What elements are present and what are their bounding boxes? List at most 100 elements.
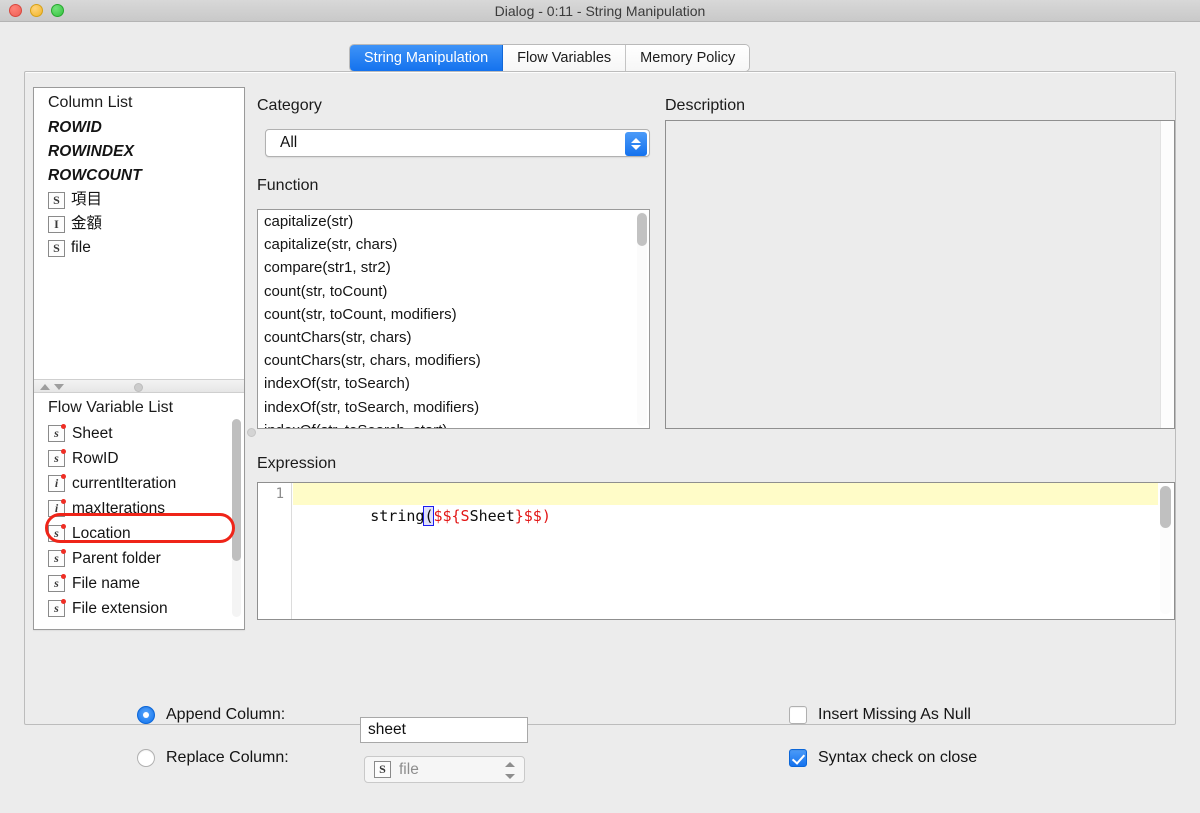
flow-variable-list[interactable]: Flow Variable List s Sheet s RowID i cur… (34, 393, 244, 629)
column-label: ROWINDEX (48, 143, 135, 160)
description-panel (665, 120, 1175, 429)
replace-column-radio[interactable] (137, 749, 155, 767)
flow-variable-label: maxIterations (72, 500, 166, 517)
token-function-name: string (370, 507, 425, 525)
scrollbar-thumb[interactable] (232, 419, 241, 561)
expression-label: Expression (257, 455, 337, 472)
column-label: file (71, 239, 91, 256)
integer-type-icon: I (48, 215, 65, 233)
function-list[interactable]: capitalize(str) capitalize(str, chars) c… (257, 209, 650, 429)
column-list-title: Column List (48, 94, 133, 111)
collapse-down-icon[interactable] (54, 384, 64, 390)
list-item[interactable]: s File name (34, 571, 244, 596)
token-close-paren: ) (541, 507, 551, 525)
window-title: Dialog - 0:11 - String Manipulation (494, 3, 706, 19)
category-selected-value: All (280, 134, 298, 151)
flow-variable-list-scrollbar[interactable] (232, 419, 241, 617)
append-column-radio[interactable] (137, 706, 155, 724)
list-item[interactable]: I 金額 (34, 212, 244, 236)
collapse-up-icon[interactable] (40, 384, 50, 390)
replace-column-radio-row[interactable]: Replace Column: (137, 749, 289, 767)
flow-variable-label: Parent folder (72, 550, 161, 567)
scrollbar-thumb[interactable] (637, 213, 647, 246)
string-variable-icon: s (48, 599, 66, 617)
string-variable-icon: s (48, 424, 66, 442)
description-label: Description (665, 97, 746, 114)
list-item[interactable]: capitalize(str) (258, 210, 649, 233)
list-item[interactable]: s RowID (34, 446, 244, 471)
expression-code-line[interactable]: string($${SSheet}$$) (293, 483, 1158, 526)
expression-editor[interactable]: 1 string($${SSheet}$$) (257, 482, 1175, 620)
list-item[interactable]: s File extension (34, 596, 244, 621)
list-item[interactable]: i maxIterations (34, 496, 244, 521)
flow-variable-label: File name (72, 575, 141, 592)
tab-string-manipulation[interactable]: String Manipulation (350, 45, 504, 71)
chevron-updown-icon[interactable] (625, 132, 647, 156)
token-variable-name: Sheet (469, 507, 515, 525)
dialog-button-bar: OK Apply Cancel ? (0, 776, 1200, 813)
syntax-check-on-close-label: Syntax check on close (818, 749, 978, 766)
function-list-scrollbar[interactable] (637, 212, 647, 426)
expression-scrollbar[interactable] (1160, 486, 1171, 614)
line-number: 1 (275, 486, 284, 502)
column-label: 金額 (71, 215, 103, 232)
syntax-check-on-close-row[interactable]: Syntax check on close (789, 749, 977, 767)
token-variable-open: $${S (433, 507, 470, 525)
tab-memory-policy[interactable]: Memory Policy (626, 45, 750, 71)
list-item[interactable]: capitalize(str, chars) (258, 233, 649, 256)
vertical-splitter[interactable] (246, 87, 257, 630)
string-variable-icon: s (48, 449, 66, 467)
column-list[interactable]: Column List ROWID ROWINDEX ROWCOUNT S 項目… (34, 88, 244, 379)
column-label: 項目 (71, 191, 103, 208)
list-item[interactable]: S file (34, 236, 244, 260)
scrollbar-thumb[interactable] (1160, 486, 1171, 528)
list-item[interactable]: s Location (34, 521, 244, 546)
horizontal-splitter[interactable] (34, 379, 244, 393)
integer-variable-icon: i (48, 474, 66, 492)
append-column-input[interactable]: sheet (360, 717, 528, 743)
append-column-label: Append Column: (166, 706, 286, 723)
splitter-handle-icon[interactable] (134, 383, 143, 392)
window-titlebar: Dialog - 0:11 - String Manipulation (0, 0, 1200, 22)
list-item[interactable]: indexOf(str, toSearch, start) (258, 419, 649, 428)
list-item[interactable]: s Sheet (34, 421, 244, 446)
token-variable-close: }$$ (514, 507, 542, 525)
insert-missing-as-null-row[interactable]: Insert Missing As Null (789, 706, 971, 724)
description-scrollbar[interactable] (1160, 121, 1174, 428)
list-item[interactable]: count(str, toCount) (258, 280, 649, 303)
list-item[interactable]: ROWINDEX (34, 140, 244, 164)
list-item[interactable]: compare(str1, str2) (258, 256, 649, 279)
string-type-icon: S (48, 191, 65, 209)
syntax-check-on-close-checkbox[interactable] (789, 749, 807, 767)
splitter-handle-icon[interactable] (247, 428, 256, 437)
list-item[interactable]: ROWCOUNT (34, 164, 244, 188)
list-item[interactable]: S 項目 (34, 188, 244, 212)
append-column-value: sheet (368, 721, 406, 738)
column-label: ROWCOUNT (48, 167, 142, 184)
flow-variable-label: File extension (72, 600, 168, 617)
category-dropdown[interactable]: All (265, 129, 650, 157)
integer-variable-icon: i (48, 499, 66, 517)
function-label: Function (257, 177, 319, 194)
list-item[interactable]: ROWID (34, 116, 244, 140)
list-item[interactable]: count(str, toCount, modifiers) (258, 303, 649, 326)
category-label: Category (257, 97, 322, 114)
flow-variable-label: Location (72, 525, 131, 542)
replace-column-label: Replace Column: (166, 749, 289, 766)
list-item[interactable]: countChars(str, chars, modifiers) (258, 349, 649, 372)
list-item[interactable]: i currentIteration (34, 471, 244, 496)
tab-flow-variables[interactable]: Flow Variables (503, 45, 627, 71)
append-column-radio-row[interactable]: Append Column: (137, 706, 285, 724)
list-item[interactable]: indexOf(str, toSearch) (258, 372, 649, 395)
string-variable-icon: s (48, 524, 66, 542)
flow-variable-label: currentIteration (72, 475, 177, 492)
list-item[interactable]: indexOf(str, toSearch, modifiers) (258, 396, 649, 419)
dialog-window: Dialog - 0:11 - String Manipulation Stri… (0, 0, 1200, 813)
tab-strip: String Manipulation Flow Variables Memor… (0, 22, 1200, 76)
options-row: Append Column: Replace Column: Insert Mi… (25, 632, 1175, 767)
string-variable-icon: s (48, 549, 66, 567)
column-label: ROWID (48, 119, 102, 136)
insert-missing-as-null-checkbox[interactable] (789, 706, 807, 724)
list-item[interactable]: countChars(str, chars) (258, 326, 649, 349)
list-item[interactable]: s Parent folder (34, 546, 244, 571)
